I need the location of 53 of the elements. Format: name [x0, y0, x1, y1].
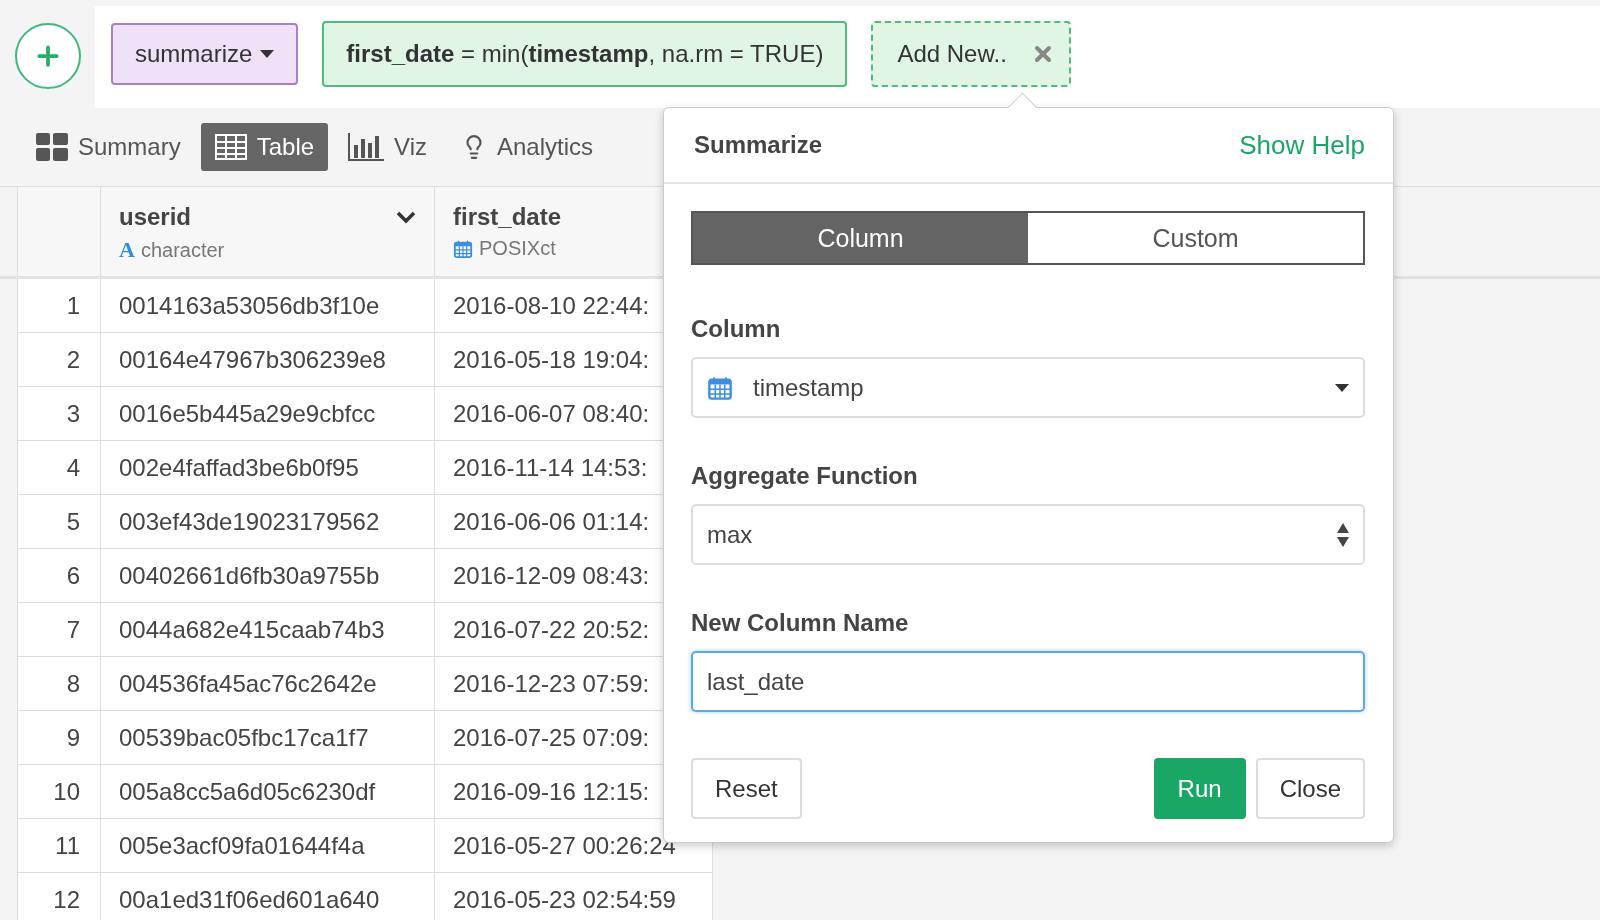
table-cell: 004536fa45ac76c2642e — [100, 657, 434, 711]
column-name: first_date — [453, 203, 562, 231]
view-tab[interactable]: Viz — [334, 123, 441, 171]
add-new-pill[interactable]: Add New.. — [871, 21, 1071, 87]
calendar-icon — [707, 374, 733, 401]
table-cell: 00402661d6fb30a9755b — [100, 549, 434, 603]
caret-icon — [1335, 383, 1349, 392]
dialog-button[interactable]: Close — [1255, 758, 1365, 819]
row-number: 2 — [17, 333, 100, 387]
table-cell: 0044a682e415caab74b3 — [100, 603, 434, 657]
calendar-icon — [453, 238, 473, 259]
row-number: 8 — [17, 657, 100, 711]
table-cell: 2016-05-23 02:54:59 — [434, 873, 713, 920]
add-new-label[interactable]: Add New.. — [897, 40, 1007, 68]
table-cell: 005e3acf09fa01644f4a — [100, 819, 434, 873]
up-down-arrows-icon — [1337, 522, 1349, 547]
view-tab[interactable]: Analytics — [446, 123, 607, 171]
view-tab[interactable]: Table — [200, 123, 329, 171]
table-cell: 005a8cc5a6d05c6230df — [100, 765, 434, 819]
table-cell: 2016-05-27 00:26:24 — [434, 819, 713, 873]
row-number: 12 — [17, 873, 100, 920]
caret-icon — [260, 50, 275, 58]
row-number: 1 — [17, 279, 100, 333]
grid-icon — [36, 133, 68, 161]
table-cell: 003ef43de19023179562 — [100, 495, 434, 549]
table-cell: 0016e5b445a29e9cbfcc — [100, 387, 434, 441]
type-glyph: A — [119, 237, 135, 263]
column-name: userid — [119, 203, 192, 231]
row-number: 7 — [17, 603, 100, 657]
mode-toggle[interactable]: Column — [693, 213, 1028, 263]
table-cell: 00164e47967b306239e8 — [100, 333, 434, 387]
command-dropdown[interactable]: summarize — [111, 23, 299, 85]
table-cell: 00a1ed31f06ed601a640 — [100, 873, 434, 920]
bar-chart-icon — [348, 133, 385, 161]
row-number: 5 — [17, 495, 100, 549]
row-number: 6 — [17, 549, 100, 603]
view-tab[interactable]: Summary — [22, 123, 195, 171]
table-cell: 00539bac05fbc17ca1f7 — [100, 711, 434, 765]
row-number: 9 — [17, 711, 100, 765]
row-number: 3 — [17, 387, 100, 441]
table-cell: 002e4faffad3be6b0f95 — [100, 441, 434, 495]
column-select[interactable]: timestamp — [691, 357, 1365, 418]
expression-pill[interactable]: first_date = min(timestamp, na.rm = TRUE) — [322, 21, 848, 87]
popover-title: Summarize — [694, 131, 823, 159]
row-number: 4 — [17, 441, 100, 495]
table-cell: 0014163a53056db3f10e — [100, 279, 434, 333]
table-icon — [214, 134, 247, 160]
dialog-button[interactable]: Reset — [691, 758, 802, 819]
column-type: POSIXct — [479, 237, 556, 260]
row-number: 10 — [17, 765, 100, 819]
column-type: character — [140, 238, 225, 262]
chevron-down-icon[interactable] — [396, 210, 416, 224]
row-number: 11 — [17, 819, 100, 873]
